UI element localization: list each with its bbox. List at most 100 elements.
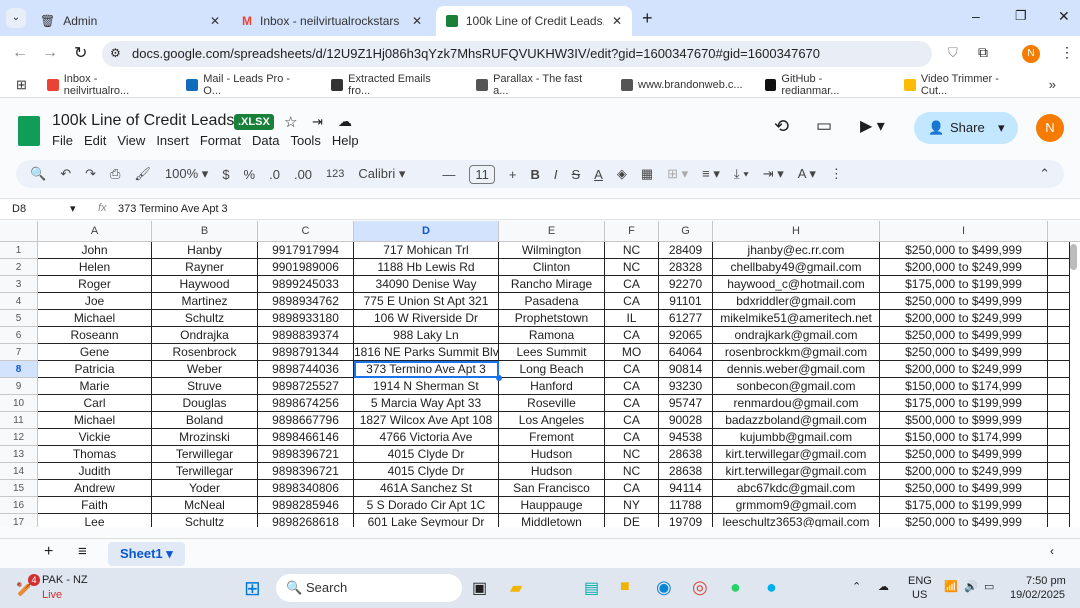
- widgets-icon[interactable]: ▰: [510, 578, 522, 598]
- undo-icon[interactable]: ↶: [60, 166, 71, 182]
- table-cell[interactable]: 92270: [659, 276, 713, 293]
- share-button[interactable]: Share ▾ 👤: [914, 112, 1018, 144]
- table-cell[interactable]: Yoder: [152, 480, 258, 497]
- table-cell[interactable]: 9898285946: [258, 497, 354, 514]
- table-cell[interactable]: Middletown: [499, 514, 605, 527]
- battery-icon[interactable]: ▭: [984, 580, 994, 593]
- table-cell[interactable]: jhanby@ec.rr.com: [713, 242, 880, 259]
- table-cell[interactable]: NC: [605, 242, 659, 259]
- fill-color-icon[interactable]: ◈: [617, 166, 627, 182]
- table-cell[interactable]: MO: [605, 344, 659, 361]
- vertical-align-icon[interactable]: ⤓ ▾: [734, 166, 749, 182]
- table-cell[interactable]: grmmom9@gmail.com: [713, 497, 880, 514]
- extensions-icon[interactable]: ⧉: [978, 44, 988, 61]
- skype-icon[interactable]: ●: [766, 577, 777, 598]
- column-header-b[interactable]: B: [152, 221, 258, 242]
- row-header[interactable]: 9: [0, 378, 38, 395]
- menu-format[interactable]: Format: [200, 133, 241, 148]
- menu-help[interactable]: Help: [332, 133, 359, 148]
- table-cell[interactable]: Douglas: [152, 395, 258, 412]
- table-cell[interactable]: 9898791344: [258, 344, 354, 361]
- zoom-select[interactable]: 100% ▾: [165, 166, 208, 182]
- formula-input[interactable]: 373 Termino Ave Apt 3: [118, 203, 228, 215]
- table-cell[interactable]: Hudson: [499, 463, 605, 480]
- paint-format-icon[interactable]: 🖌: [134, 166, 151, 182]
- column-header-g[interactable]: G: [659, 221, 713, 242]
- table-cell[interactable]: 988 Laky Ln: [354, 327, 499, 344]
- table-cell[interactable]: Ramona: [499, 327, 605, 344]
- merge-cells-icon[interactable]: ⊞ ▾: [667, 166, 688, 182]
- table-cell[interactable]: 93230: [659, 378, 713, 395]
- row-header[interactable]: 16: [0, 497, 38, 514]
- table-cell[interactable]: Patricia: [38, 361, 152, 378]
- bookmark-item[interactable]: Inbox - neilvirtualro...: [46, 73, 165, 97]
- table-cell[interactable]: 95747: [659, 395, 713, 412]
- table-cell[interactable]: 91101: [659, 293, 713, 310]
- menu-insert[interactable]: Insert: [156, 133, 189, 148]
- table-cell[interactable]: 717 Mohican Trl: [354, 242, 499, 259]
- bookmark-item[interactable]: Video Trimmer - Cut...: [904, 73, 1027, 97]
- name-box-dropdown-icon[interactable]: ▾: [70, 202, 76, 215]
- table-cell[interactable]: 9898934762: [258, 293, 354, 310]
- move-folder-icon[interactable]: ⇥: [312, 114, 323, 130]
- more-options-icon[interactable]: ⋮: [830, 166, 843, 182]
- table-cell[interactable]: Carl: [38, 395, 152, 412]
- bookmark-item[interactable]: Extracted Emails fro...: [331, 73, 454, 97]
- table-cell[interactable]: John: [38, 242, 152, 259]
- menu-edit[interactable]: Edit: [84, 133, 106, 148]
- table-cell[interactable]: Prophetstown: [499, 310, 605, 327]
- clock-date[interactable]: 19/02/2025: [1010, 589, 1065, 601]
- tray-overflow-icon[interactable]: ⌃: [852, 580, 861, 593]
- table-cell[interactable]: $250,000 to $499,999: [880, 514, 1048, 527]
- table-cell[interactable]: 9898340806: [258, 480, 354, 497]
- new-tab-button[interactable]: +: [642, 8, 653, 29]
- row-header[interactable]: 12: [0, 429, 38, 446]
- table-cell[interactable]: ondrajkark@gmail.com: [713, 327, 880, 344]
- close-window-button[interactable]: ✕: [1058, 8, 1070, 25]
- table-cell[interactable]: kirt.terwillegar@gmail.com: [713, 446, 880, 463]
- tray-app-icon[interactable]: ☁: [878, 580, 889, 593]
- table-cell[interactable]: Lees Summit: [499, 344, 605, 361]
- minimize-button[interactable]: –: [972, 8, 980, 24]
- table-cell[interactable]: [1048, 446, 1070, 463]
- table-cell[interactable]: Weber: [152, 361, 258, 378]
- spreadsheet-grid[interactable]: A B C D E F G H I 1 John Hanby 9917917994 717 Mohican…: [0, 221, 1080, 527]
- table-cell[interactable]: haywood_c@hotmail.com: [713, 276, 880, 293]
- site-info-icon[interactable]: ⚙: [110, 46, 121, 60]
- comments-icon[interactable]: ▭: [816, 116, 832, 136]
- menu-file[interactable]: File: [52, 133, 73, 148]
- table-cell[interactable]: Judith: [38, 463, 152, 480]
- table-cell[interactable]: abc67kdc@gmail.com: [713, 480, 880, 497]
- table-cell[interactable]: Martinez: [152, 293, 258, 310]
- table-cell[interactable]: Clinton: [499, 259, 605, 276]
- row-header[interactable]: 4: [0, 293, 38, 310]
- table-cell[interactable]: 106 W Riverside Dr: [354, 310, 499, 327]
- table-cell[interactable]: Pasadena: [499, 293, 605, 310]
- table-cell[interactable]: Hanford: [499, 378, 605, 395]
- whatsapp-icon[interactable]: ●: [730, 577, 741, 598]
- add-sheet-icon[interactable]: +: [44, 543, 53, 561]
- table-cell[interactable]: 5 S Dorado Cir Apt 1C: [354, 497, 499, 514]
- meet-icon[interactable]: ▶ ▾: [860, 116, 885, 136]
- row-header[interactable]: 5: [0, 310, 38, 327]
- table-cell[interactable]: Michael: [38, 310, 152, 327]
- table-cell[interactable]: 5 Marcia Way Apt 33: [354, 395, 499, 412]
- table-cell[interactable]: CA: [605, 429, 659, 446]
- table-cell[interactable]: CA: [605, 327, 659, 344]
- table-cell[interactable]: [1048, 259, 1070, 276]
- document-title[interactable]: 100k Line of Credit Leads: [52, 112, 234, 130]
- table-cell[interactable]: $250,000 to $499,999: [880, 344, 1048, 361]
- table-cell[interactable]: 1188 Hb Lewis Rd: [354, 259, 499, 276]
- text-wrap-icon[interactable]: ⇥ ▾: [763, 166, 784, 182]
- table-cell[interactable]: [1048, 310, 1070, 327]
- table-cell[interactable]: Terwillegar: [152, 463, 258, 480]
- column-header-e[interactable]: E: [499, 221, 605, 242]
- table-cell[interactable]: 1816 NE Parks Summit Blvd: [354, 344, 499, 361]
- edge-icon[interactable]: ◉: [656, 577, 672, 598]
- increase-decimal-button[interactable]: .00: [294, 167, 312, 182]
- table-cell[interactable]: Roger: [38, 276, 152, 293]
- font-select[interactable]: Calibri ▾: [358, 166, 428, 182]
- table-cell[interactable]: 28638: [659, 446, 713, 463]
- column-header-i[interactable]: I: [880, 221, 1048, 242]
- row-header[interactable]: 1: [0, 242, 38, 259]
